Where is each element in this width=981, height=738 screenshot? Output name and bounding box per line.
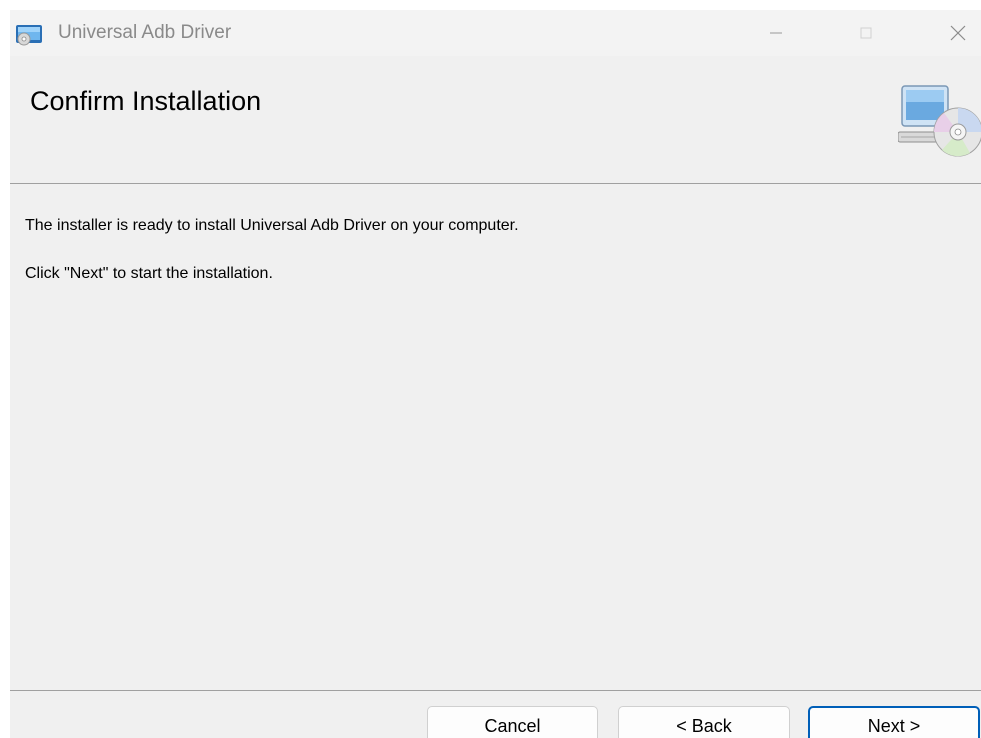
wizard-body: The installer is ready to install Univer… (10, 184, 981, 664)
ready-message: The installer is ready to install Univer… (25, 217, 519, 234)
close-icon (950, 25, 966, 41)
window-title: Universal Adb Driver (58, 22, 232, 43)
page-title: Confirm Installation (30, 86, 262, 116)
title-bar[interactable]: Universal Adb Driver (10, 10, 981, 56)
close-button[interactable] (935, 10, 981, 56)
footer-divider (10, 690, 981, 691)
next-button[interactable]: Next > (808, 706, 980, 738)
installer-window: Universal Adb Driver Confirm Installatio… (10, 10, 981, 738)
installer-app-icon (15, 24, 45, 46)
minimize-button[interactable] (753, 10, 799, 56)
next-instruction: Click "Next" to start the installation. (25, 265, 273, 282)
maximize-button[interactable] (843, 10, 889, 56)
computer-cd-icon (897, 82, 981, 164)
maximize-icon (860, 27, 872, 39)
back-button[interactable]: < Back (618, 706, 790, 738)
minimize-icon (770, 32, 782, 34)
cancel-button[interactable]: Cancel (427, 706, 598, 738)
wizard-header: Confirm Installation (10, 56, 981, 184)
